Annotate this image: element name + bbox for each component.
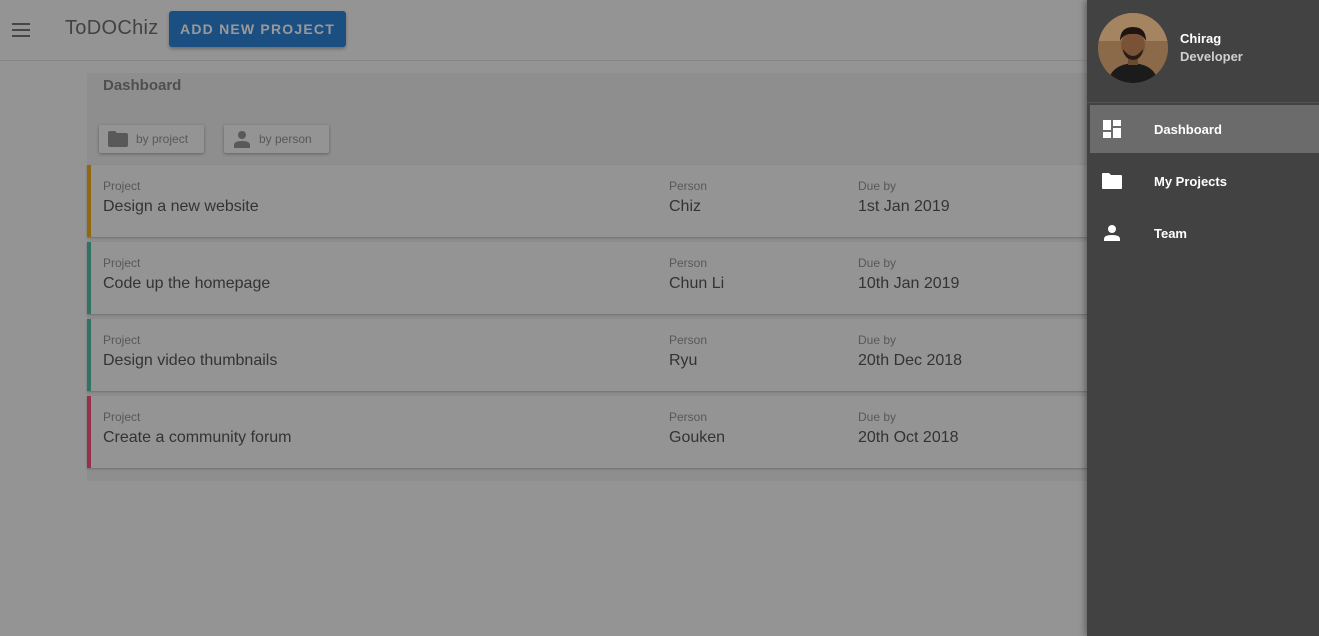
nav-item-label: Dashboard [1154,121,1222,137]
avatar [1098,13,1168,83]
navigation-drawer: Chirag Developer Dashboard My Projects T… [1087,0,1319,636]
nav-item-dashboard[interactable]: Dashboard [1090,105,1319,153]
nav-item-my-projects[interactable]: My Projects [1090,157,1319,205]
user-role: Developer [1180,49,1243,64]
nav-item-label: Team [1154,225,1187,241]
nav-item-label: My Projects [1154,173,1227,189]
divider [1087,102,1319,103]
nav-item-team[interactable]: Team [1090,209,1319,257]
user-name: Chirag [1180,31,1222,46]
dashboard-icon [1100,117,1124,141]
person-icon [1100,221,1124,245]
user-profile: Chirag Developer [1087,0,1319,100]
folder-icon [1100,169,1124,193]
